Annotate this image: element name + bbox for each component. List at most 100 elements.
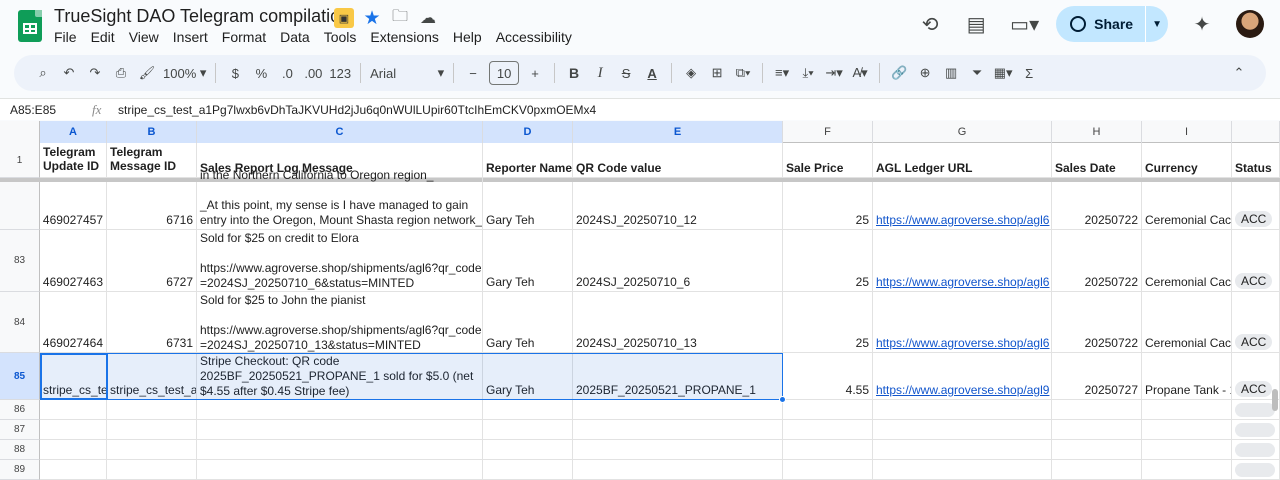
cell-status[interactable]	[1232, 420, 1280, 439]
column-header-c[interactable]: C	[197, 121, 483, 143]
formula-input[interactable]: stripe_cs_test_a1Pg7lwxb6vDhTaJKVUHd2jJu…	[118, 103, 596, 117]
status-chip[interactable]: ACC	[1235, 334, 1273, 350]
menu-insert[interactable]: Insert	[173, 29, 208, 45]
cell-currency[interactable]: Propane Tank - 1	[1142, 353, 1232, 399]
column-header-h[interactable]: H	[1052, 121, 1142, 143]
search-menus-icon[interactable]: ⌕	[30, 59, 56, 87]
more-formats-button[interactable]: 123	[326, 59, 354, 87]
cell-sale-price[interactable]: 25	[783, 182, 873, 229]
menu-help[interactable]: Help	[453, 29, 482, 45]
cell-telegram-message-id[interactable]: 6727	[107, 230, 197, 291]
name-box[interactable]: A85:E85	[0, 103, 92, 117]
decrease-decimal-button[interactable]: .0	[274, 59, 300, 87]
cell-telegram-update-id[interactable]: stripe_cs_test	[40, 353, 107, 399]
print-icon[interactable]: ⎙	[108, 59, 134, 87]
menu-extensions[interactable]: Extensions	[370, 29, 438, 45]
increase-decimal-button[interactable]: .00	[300, 59, 326, 87]
column-header-i[interactable]: I	[1142, 121, 1232, 143]
header-cell[interactable]: Reporter Name	[483, 143, 573, 177]
avatar[interactable]	[1236, 10, 1264, 38]
row-header[interactable]: 88	[0, 440, 40, 460]
fill-handle[interactable]	[779, 396, 786, 403]
cell-status[interactable]: ACC	[1232, 182, 1280, 229]
cell-qr-code[interactable]: 2025BF_20250521_PROPANE_1	[573, 353, 783, 399]
comments-icon[interactable]: ▤	[964, 12, 988, 37]
cell-telegram-message-id[interactable]: stripe_cs_test_a	[107, 353, 197, 399]
gemini-icon[interactable]: ✦	[1190, 12, 1214, 37]
cell-agl-ledger-url[interactable]: https://www.agroverse.shop/agl6	[873, 230, 1052, 291]
fill-color-icon[interactable]: ◈	[678, 59, 704, 87]
move-folder-icon[interactable]: 🗀	[390, 8, 410, 28]
row-header[interactable]: 84	[0, 292, 40, 353]
status-chip[interactable]	[1235, 463, 1275, 477]
meet-icon[interactable]: ▭▾	[1010, 12, 1039, 37]
cell-sales-report-message[interactable]: Stripe Checkout: QR code 2025BF_20250521…	[197, 353, 483, 399]
undo-icon[interactable]: ↶	[56, 59, 82, 87]
cell-status[interactable]	[1232, 460, 1280, 479]
menu-format[interactable]: Format	[222, 29, 266, 45]
status-chip[interactable]	[1235, 403, 1275, 417]
cell-currency[interactable]: Ceremonial Cacao	[1142, 230, 1232, 291]
history-icon[interactable]: ⟲	[918, 12, 942, 37]
column-header-b[interactable]: B	[107, 121, 197, 143]
borders-icon[interactable]: ⊞	[704, 59, 730, 87]
decrease-font-size-icon[interactable]: −	[460, 59, 486, 87]
column-header-j[interactable]	[1232, 121, 1280, 143]
font-select[interactable]: Arial ▾	[367, 59, 447, 87]
cell-agl-ledger-url[interactable]: https://www.agroverse.shop/agl6	[873, 292, 1052, 352]
cell-agl-ledger-url[interactable]: https://www.agroverse.shop/agl6	[873, 182, 1052, 229]
merge-cells-icon[interactable]: ⧉▾	[730, 59, 756, 87]
cell-qr-code[interactable]: 2024SJ_20250710_6	[573, 230, 783, 291]
cell-sale-price[interactable]: 25	[783, 230, 873, 291]
cell-telegram-update-id[interactable]: 469027464	[40, 292, 107, 352]
row-header[interactable]: 86	[0, 400, 40, 420]
insert-comment-icon[interactable]: ⊕	[912, 59, 938, 87]
font-size-input[interactable]: 10	[489, 61, 520, 85]
cell-sales-date[interactable]: 20250722	[1052, 292, 1142, 352]
text-wrapping-icon[interactable]: ⇥▾	[821, 59, 847, 87]
text-rotation-icon[interactable]: A̸▾	[847, 59, 873, 87]
header-cell[interactable]: Currency	[1142, 143, 1232, 177]
menu-accessibility[interactable]: Accessibility	[496, 29, 572, 45]
zoom-select[interactable]: 100% ▾	[160, 59, 209, 87]
insert-chart-icon[interactable]: ▥	[938, 59, 964, 87]
cloud-status-icon[interactable]: ☁	[418, 8, 438, 28]
status-chip[interactable]: ACC	[1235, 211, 1273, 227]
cell-sales-date[interactable]: 20250727	[1052, 353, 1142, 399]
share-button[interactable]: Share ▼	[1056, 6, 1168, 42]
status-chip[interactable]	[1235, 443, 1275, 457]
cell-telegram-update-id[interactable]: 469027457	[40, 182, 107, 229]
cell-sales-report-message[interactable]: Sold for $25 on credit to Elora https://…	[197, 230, 483, 291]
header-cell[interactable]: Telegram Update ID	[40, 143, 107, 177]
cell-agl-ledger-url[interactable]: https://www.agroverse.shop/agl9	[873, 353, 1052, 399]
cell-reporter-name[interactable]: Gary Teh	[483, 292, 573, 352]
filter-icon[interactable]: ⏷	[964, 59, 990, 87]
cell-qr-code[interactable]: 2024SJ_20250710_12	[573, 182, 783, 229]
menu-tools[interactable]: Tools	[324, 29, 357, 45]
header-cell[interactable]: QR Code value	[573, 143, 783, 177]
cell-reporter-name[interactable]: Gary Teh	[483, 230, 573, 291]
header-cell[interactable]: Sales Date	[1052, 143, 1142, 177]
cell-sale-price[interactable]: 25	[783, 292, 873, 352]
cell-qr-code[interactable]: 2024SJ_20250710_13	[573, 292, 783, 352]
cell-currency[interactable]: Ceremonial Cacao	[1142, 182, 1232, 229]
sheets-logo-icon[interactable]	[18, 10, 42, 42]
cell-status[interactable]	[1232, 440, 1280, 459]
paint-format-icon[interactable]: 🖌	[134, 59, 160, 87]
collapse-menus-icon[interactable]: ⌃	[1226, 59, 1252, 87]
cell-telegram-message-id[interactable]: 6731	[107, 292, 197, 352]
row-header[interactable]: 85	[0, 353, 40, 400]
bold-button[interactable]: B	[561, 59, 587, 87]
menu-file[interactable]: File	[54, 29, 77, 45]
horizontal-align-icon[interactable]: ≡▾	[769, 59, 795, 87]
cell-reporter-name[interactable]: Gary Teh	[483, 353, 573, 399]
header-cell[interactable]: Sale Price	[783, 143, 873, 177]
cell-sales-date[interactable]: 20250722	[1052, 182, 1142, 229]
cell-sales-date[interactable]: 20250722	[1052, 230, 1142, 291]
vertical-scrollbar[interactable]	[1272, 389, 1278, 411]
column-header-g[interactable]: G	[873, 121, 1052, 143]
italic-button[interactable]: I	[587, 59, 613, 87]
redo-icon[interactable]: ↷	[82, 59, 108, 87]
column-header-f[interactable]: F	[783, 121, 873, 143]
currency-format-button[interactable]: $	[222, 59, 248, 87]
